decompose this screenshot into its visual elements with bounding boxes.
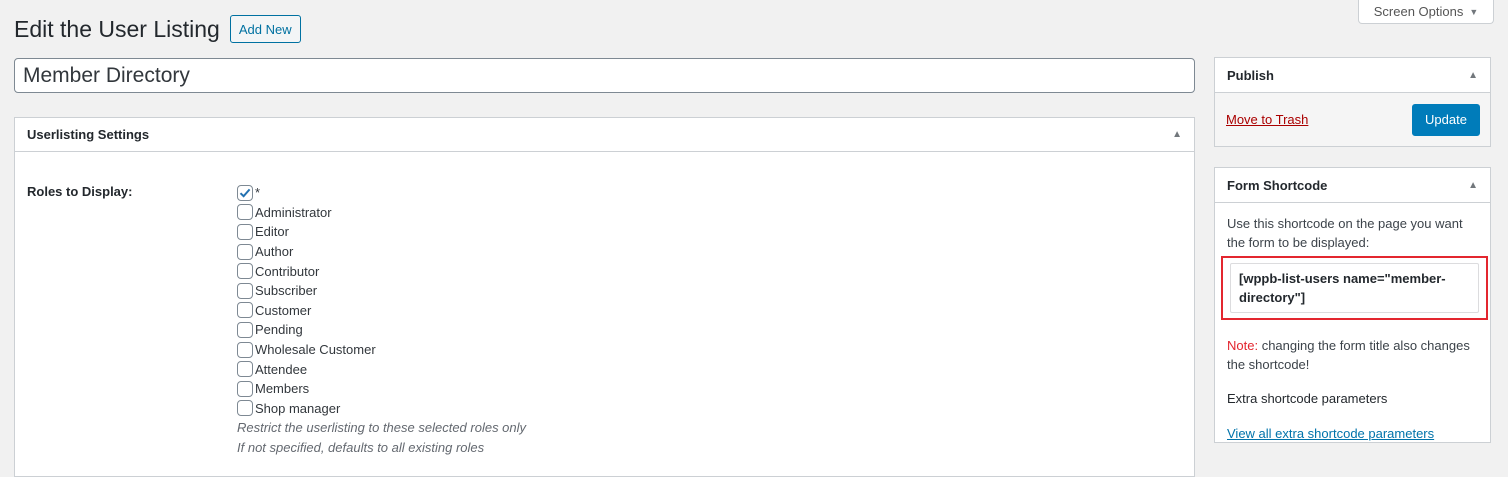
role-label: Attendee [255, 361, 308, 377]
role-checkbox[interactable] [237, 204, 253, 221]
role-checkbox[interactable] [237, 321, 253, 338]
role-item[interactable]: Members [237, 379, 637, 399]
role-label: Members [255, 381, 310, 397]
publish-actions: Move to Trash Update [1215, 93, 1490, 146]
shortcode-highlight: [wppb-list-users name="member-directory"… [1221, 256, 1488, 320]
roles-description: Restrict the userlisting to these select… [237, 420, 527, 436]
add-new-button[interactable]: Add New [229, 15, 301, 43]
shortcode-field[interactable]: [wppb-list-users name="member-directory"… [1230, 263, 1479, 313]
title-input[interactable]: Member Directory [14, 58, 1195, 93]
screen-options-label: Screen Options [1373, 4, 1464, 19]
publish-box: Publish ▲ Move to Trash Update [1214, 57, 1491, 147]
role-checkbox[interactable] [237, 380, 253, 397]
page-heading: Edit the User Listing Add New [14, 14, 301, 44]
role-checkbox[interactable] [237, 184, 253, 201]
form-shortcode-title: Form Shortcode [1227, 177, 1328, 193]
role-label: Author [255, 244, 294, 260]
role-item[interactable]: * [237, 183, 637, 203]
update-button[interactable]: Update [1412, 103, 1480, 136]
collapse-triangle-icon[interactable]: ▲ [1172, 129, 1182, 140]
role-label: Pending [255, 322, 303, 338]
role-label: Wholesale Customer [255, 342, 376, 358]
role-label: Shop manager [255, 400, 341, 416]
role-label: Administrator [255, 204, 332, 220]
role-item[interactable]: Attendee [237, 359, 637, 379]
view-extra-parameters-link[interactable]: View all extra shortcode parameters [1227, 424, 1434, 443]
collapse-triangle-icon[interactable]: ▲ [1468, 70, 1478, 81]
role-label: * [255, 185, 261, 201]
extra-parameters-title: Extra shortcode parameters [1227, 391, 1388, 406]
page-title: Edit the User Listing [14, 16, 220, 42]
role-item[interactable]: Customer [237, 301, 637, 321]
note-text: changing the form title also changes the… [1227, 338, 1470, 372]
role-checkbox[interactable] [237, 263, 253, 280]
collapse-triangle-icon[interactable]: ▲ [1468, 180, 1478, 191]
publish-header[interactable]: Publish ▲ [1215, 58, 1490, 93]
role-item[interactable]: Administrator [237, 203, 637, 223]
role-label: Subscriber [255, 283, 318, 299]
role-checkbox[interactable] [237, 243, 253, 260]
caret-down-icon: ▼ [1469, 6, 1479, 17]
role-checkbox[interactable] [237, 361, 253, 378]
roles-description: If not specified, defaults to all existi… [237, 440, 485, 456]
form-shortcode-body: Use this shortcode on the page you want … [1215, 203, 1490, 454]
move-to-trash-link[interactable]: Move to Trash [1226, 112, 1308, 127]
role-checkbox[interactable] [237, 341, 253, 358]
form-shortcode-box: Form Shortcode ▲ Use this shortcode on t… [1214, 167, 1491, 443]
userlisting-settings-box: Userlisting Settings ▲ Roles to Display:… [14, 117, 1195, 477]
screen-options-toggle[interactable]: Screen Options ▼ [1358, 0, 1494, 24]
shortcode-intro: Use this shortcode on the page you want … [1227, 216, 1463, 250]
userlisting-settings-header[interactable]: Userlisting Settings ▲ [15, 118, 1194, 152]
form-shortcode-header[interactable]: Form Shortcode ▲ [1215, 168, 1490, 203]
role-checkbox[interactable] [237, 282, 253, 299]
role-checkbox[interactable] [237, 223, 253, 240]
role-item[interactable]: Author [237, 242, 637, 262]
shortcode-note: Note: changing the form title also chang… [1227, 336, 1478, 374]
publish-title: Publish [1227, 67, 1274, 83]
role-item[interactable]: Pending [237, 320, 637, 340]
roles-label: Roles to Display: [27, 184, 133, 199]
role-checkbox[interactable] [237, 302, 253, 319]
role-checkbox[interactable] [237, 400, 253, 417]
roles-list: * Administrator Editor Author Contributor Sub… [237, 183, 637, 458]
role-label: Editor [255, 224, 289, 240]
role-label: Customer [255, 302, 312, 318]
role-item[interactable]: Subscriber [237, 281, 637, 301]
note-label: Note: [1227, 338, 1259, 353]
userlisting-settings-title: Userlisting Settings [27, 127, 150, 142]
role-item[interactable]: Editor [237, 222, 637, 242]
role-item[interactable]: Wholesale Customer [237, 340, 637, 360]
role-label: Contributor [255, 263, 320, 279]
role-item[interactable]: Contributor [237, 261, 637, 281]
role-item[interactable]: Shop manager [237, 399, 637, 419]
